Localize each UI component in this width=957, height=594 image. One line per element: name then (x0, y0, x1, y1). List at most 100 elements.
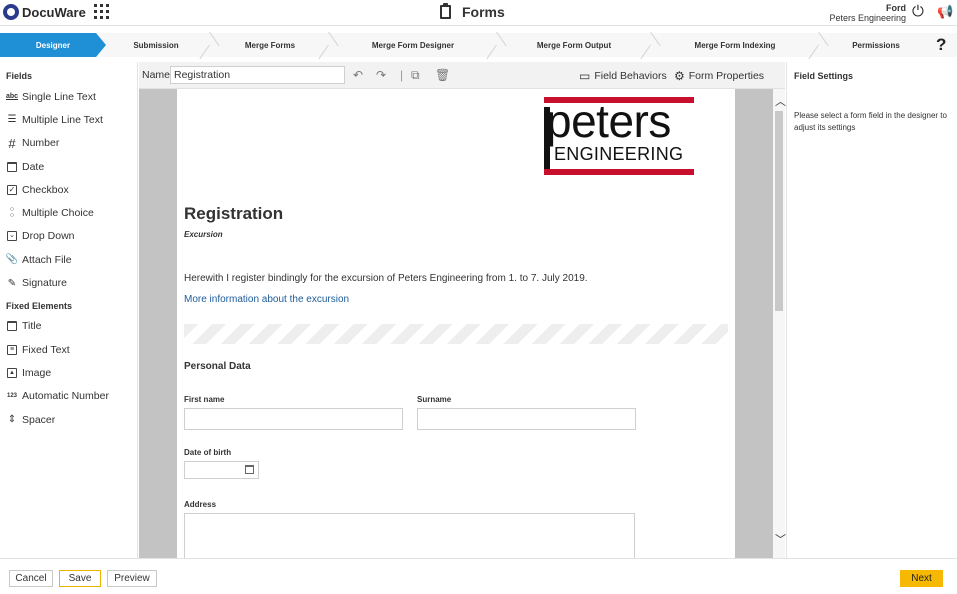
field-signature[interactable]: ✎ Signature (0, 271, 137, 294)
step-merge-form-indexing[interactable]: Merge Form Indexing (657, 33, 813, 57)
address-textarea[interactable] (184, 513, 635, 558)
field-single-line-text[interactable]: abc Single Line Text (0, 85, 137, 108)
field-label: Number (22, 137, 60, 150)
app-title: Forms (440, 3, 505, 20)
date-of-birth-input[interactable] (184, 461, 259, 479)
gear-icon: ⚙ (674, 69, 685, 83)
chevron-down-icon[interactable]: ﹀ (775, 535, 786, 546)
designer-toolbar: Name ↶ ↷ | ⧉ 🗑 ▭ Field Behaviors ⚙ Form … (139, 62, 785, 89)
step-separator (813, 33, 825, 57)
first-name-label: First name (184, 395, 225, 404)
step-permissions[interactable]: Permissions (825, 33, 927, 57)
field-label: Title (22, 320, 42, 333)
help-icon[interactable]: ? (936, 35, 946, 55)
step-merge-form-output[interactable]: Merge Form Output (503, 33, 645, 57)
fixed-spacer[interactable]: ⇕ Spacer (0, 408, 137, 431)
radio-list-icon: ○ ○ (9, 206, 15, 220)
form-name-input[interactable] (170, 66, 345, 84)
surname-input[interactable] (417, 408, 636, 430)
app-grid-icon[interactable] (94, 4, 109, 19)
section-heading[interactable]: Personal Data (184, 361, 251, 372)
docuware-logo-icon (3, 4, 19, 20)
user-organization: Peters Engineering (829, 13, 906, 23)
save-button[interactable]: Save (59, 570, 101, 587)
field-label: Signature (22, 277, 67, 290)
fixed-image[interactable]: ▲ Image (0, 361, 137, 384)
next-button[interactable]: Next (900, 570, 943, 587)
form-properties-button[interactable]: ⚙ Form Properties (674, 69, 764, 83)
step-merge-forms[interactable]: Merge Forms (216, 33, 324, 57)
field-settings-heading: Field Settings (794, 71, 854, 81)
address-label: Address (184, 500, 217, 509)
logo-subtitle: ENGINEERING (554, 144, 684, 164)
step-separator (491, 33, 503, 57)
image-icon: ▲ (6, 367, 18, 379)
field-multiple-choice[interactable]: ○ ○ Multiple Choice (0, 201, 137, 224)
scrollbar-thumb[interactable] (775, 111, 783, 311)
fixed-elements-heading: Fixed Elements (6, 300, 73, 311)
field-attach-file[interactable]: 📎 Attach File (0, 248, 137, 271)
first-name-input[interactable] (184, 408, 403, 430)
canvas-scrollbar[interactable]: ︿ ﹀ (773, 89, 786, 558)
logo-word: peters (546, 95, 671, 147)
redo-icon[interactable]: ↷ (376, 68, 386, 82)
step-submission[interactable]: Submission (106, 33, 206, 57)
calendar-icon (6, 161, 18, 173)
monitor-icon: ▭ (579, 69, 591, 83)
field-drop-down[interactable]: ⌄ Drop Down (0, 225, 137, 248)
step-designer[interactable]: Designer (0, 33, 106, 57)
field-label: Image (22, 366, 52, 379)
logo-stripe (544, 169, 694, 175)
field-label: Multiple Choice (22, 207, 94, 220)
fields-sidebar: Fields abc Single Line Text ☰ Multiple L… (0, 62, 138, 558)
field-date[interactable]: Date (0, 155, 137, 178)
field-behaviors-label: Field Behaviors (594, 70, 667, 82)
preview-button[interactable]: Preview (107, 570, 157, 587)
calendar-icon[interactable] (245, 465, 254, 474)
surname-label: Surname (417, 395, 452, 404)
clipboard-check-icon (440, 3, 451, 19)
form-properties-label: Form Properties (688, 70, 765, 82)
form-page: peters ENGINEERING Registration Excursio… (177, 89, 735, 558)
field-behaviors-button[interactable]: ▭ Field Behaviors (579, 69, 667, 83)
fixed-text[interactable]: ≡ Fixed Text (0, 338, 137, 361)
title-icon (6, 320, 18, 332)
field-checkbox[interactable]: ✓ Checkbox (0, 178, 137, 201)
spacer-icon: ⇕ (7, 414, 17, 425)
step-merge-form-designer[interactable]: Merge Form Designer (335, 33, 491, 57)
top-bar: DocuWare Forms Ford Peters Engineering ⏻… (0, 0, 957, 26)
fixed-automatic-number[interactable]: 123 Automatic Number (0, 385, 137, 408)
form-intro-text[interactable]: Herewith I register bindingly for the ex… (184, 273, 588, 284)
form-spacer[interactable] (184, 324, 728, 344)
fixed-title[interactable]: Title (0, 315, 137, 338)
user-name: Ford (886, 3, 906, 13)
field-label: Checkbox (22, 183, 69, 196)
field-label: Attach File (22, 253, 72, 266)
pen-icon: ✎ (7, 277, 17, 289)
field-number[interactable]: # Number (0, 132, 137, 155)
cancel-button[interactable]: Cancel (9, 570, 53, 587)
field-label: Drop Down (22, 230, 75, 243)
power-icon[interactable]: ⏻ (912, 3, 924, 20)
form-title[interactable]: Registration (184, 204, 283, 224)
text-block-icon: ≡ (6, 344, 18, 356)
undo-icon[interactable]: ↶ (353, 68, 363, 82)
toolbar-divider: | (400, 68, 404, 82)
peters-engineering-logo[interactable]: peters ENGINEERING (544, 95, 694, 175)
fields-heading: Fields (6, 71, 33, 81)
designer-canvas: peters ENGINEERING Registration Excursio… (139, 89, 773, 558)
trash-icon[interactable]: 🗑 (435, 68, 450, 82)
docuware-logo[interactable]: DocuWare (3, 4, 86, 20)
user-info[interactable]: Ford Peters Engineering (829, 3, 906, 23)
copy-icon[interactable]: ⧉ (411, 68, 420, 83)
field-settings-hint: Please select a form field in the design… (794, 111, 947, 132)
megaphone-icon[interactable]: 📢 (937, 4, 953, 20)
field-multiple-line-text[interactable]: ☰ Multiple Line Text (0, 108, 137, 131)
form-subtitle[interactable]: Excursion (184, 230, 223, 239)
auto-number-icon: 123 (6, 393, 17, 400)
excursion-info-link[interactable]: More information about the excursion (184, 294, 349, 305)
dropdown-icon: ⌄ (6, 230, 18, 242)
checkbox-icon: ✓ (7, 184, 17, 195)
field-label: Single Line Text (22, 90, 96, 103)
chevron-up-icon[interactable]: ︿ (775, 97, 786, 108)
